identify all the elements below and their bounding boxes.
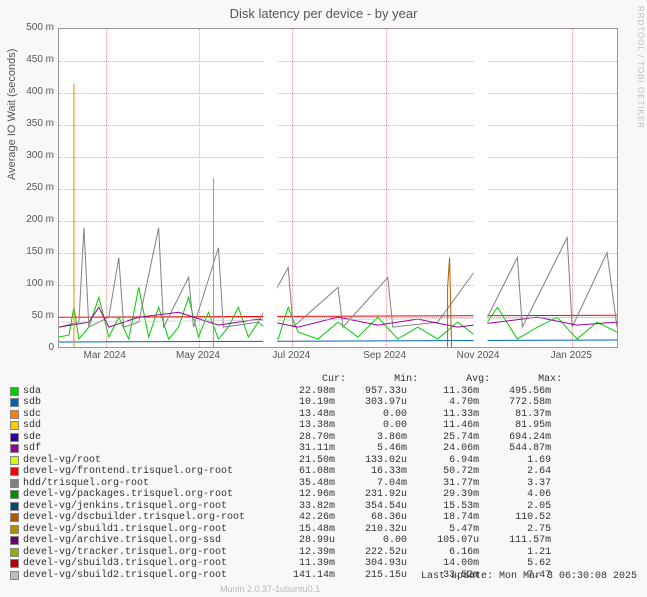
legend-row: devel-vg/tracker.trisquel.org-root 12.39… — [10, 547, 635, 559]
y-tick: 0 — [18, 342, 54, 353]
y-tick: 500 m — [18, 22, 54, 33]
x-tick: Jul 2024 — [272, 350, 310, 361]
chart-lines — [59, 29, 617, 347]
y-tick: 200 m — [18, 214, 54, 225]
legend-swatch — [10, 467, 19, 476]
legend-swatch — [10, 536, 19, 545]
legend-swatch — [10, 490, 19, 499]
legend-row: devel-vg/frontend.trisquel.org-root 61.0… — [10, 466, 635, 478]
legend-row: devel-vg/archive.trisquel.org-ssd 28.99u… — [10, 535, 635, 547]
legend-row: sda 22.98m 957.33u 11.36m 495.56m — [10, 386, 635, 398]
y-tick: 400 m — [18, 86, 54, 97]
legend-text: sda 22.98m 957.33u 11.36m 495.56m — [23, 386, 551, 398]
legend-swatch — [10, 479, 19, 488]
last-update: Last update: Mon Mar 3 06:30:08 2025 — [421, 571, 637, 582]
legend-row: sdb 10.19m 303.97u 4.70m 772.58m — [10, 397, 635, 409]
x-tick: Sep 2024 — [363, 350, 406, 361]
legend-row: sdd 13.38m 0.00 11.46m 81.95m — [10, 420, 635, 432]
plot-area — [58, 28, 618, 348]
legend-swatch — [10, 571, 19, 580]
legend-text: sdd 13.38m 0.00 11.46m 81.95m — [23, 420, 551, 432]
legend-swatch — [10, 433, 19, 442]
legend-swatch — [10, 421, 19, 430]
y-axis-label: Average IO Wait (seconds) — [6, 49, 18, 180]
legend-text: sdf 31.11m 5.46m 24.06m 544.87m — [23, 443, 551, 455]
legend-swatch — [10, 525, 19, 534]
legend-row: devel-vg/jenkins.trisquel.org-root 33.82… — [10, 501, 635, 513]
legend-text: devel-vg/dscbuilder.trisquel.org-root 42… — [23, 512, 551, 524]
x-tick: Jan 2025 — [551, 350, 592, 361]
munin-version: Munin 2.0.37-1ubuntu0.1 — [220, 584, 320, 594]
x-tick: May 2024 — [176, 350, 220, 361]
legend-row: devel-vg/packages.trisquel.org-root 12.9… — [10, 489, 635, 501]
chart-title: Disk latency per device - by year — [0, 0, 647, 21]
legend-row: devel-vg/sbuild1.trisquel.org-root 15.48… — [10, 524, 635, 536]
legend-swatch — [10, 502, 19, 511]
legend-row: devel-vg/sbuild3.trisquel.org-root 11.39… — [10, 558, 635, 570]
x-tick: Mar 2024 — [84, 350, 126, 361]
legend: Cur: Min: Avg: Max:sda 22.98m 957.33u 11… — [10, 374, 635, 581]
y-tick: 300 m — [18, 150, 54, 161]
legend-row: sdf 31.11m 5.46m 24.06m 544.87m — [10, 443, 635, 455]
chart-container: Disk latency per device - by year RRDTOO… — [0, 0, 647, 597]
legend-text: sdc 13.48m 0.00 11.33m 81.37m — [23, 409, 551, 421]
legend-swatch — [10, 548, 19, 557]
legend-row: sdc 13.48m 0.00 11.33m 81.37m — [10, 409, 635, 421]
y-tick: 50 m — [18, 310, 54, 321]
legend-swatch — [10, 410, 19, 419]
legend-row: hdd/trisquel.org-root 35.48m 7.04m 31.77… — [10, 478, 635, 490]
legend-swatch — [10, 559, 19, 568]
y-tick: 100 m — [18, 278, 54, 289]
legend-text: hdd/trisquel.org-root 35.48m 7.04m 31.77… — [23, 478, 551, 490]
legend-text: devel-vg/frontend.trisquel.org-root 61.0… — [23, 466, 551, 478]
y-tick: 250 m — [18, 182, 54, 193]
legend-text: sdb 10.19m 303.97u 4.70m 772.58m — [23, 397, 551, 409]
legend-header: Cur: Min: Avg: Max: — [10, 374, 635, 386]
legend-row: devel-vg/root 21.50m 133.02u 6.94m 1.69 — [10, 455, 635, 467]
legend-swatch — [10, 513, 19, 522]
legend-text: devel-vg/tracker.trisquel.org-root 12.39… — [23, 547, 551, 559]
legend-text: sde 28.70m 3.86m 25.74m 694.24m — [23, 432, 551, 444]
x-tick: Nov 2024 — [457, 350, 500, 361]
y-tick: 350 m — [18, 118, 54, 129]
legend-text: devel-vg/sbuild3.trisquel.org-root 11.39… — [23, 558, 551, 570]
legend-swatch — [10, 456, 19, 465]
y-tick: 450 m — [18, 54, 54, 65]
rrdtool-watermark: RRDTOOL / TOBI OETIKER — [636, 6, 645, 129]
legend-text: devel-vg/jenkins.trisquel.org-root 33.82… — [23, 501, 551, 513]
legend-text: devel-vg/archive.trisquel.org-ssd 28.99u… — [23, 535, 551, 547]
legend-swatch — [10, 444, 19, 453]
legend-row: sde 28.70m 3.86m 25.74m 694.24m — [10, 432, 635, 444]
legend-text: devel-vg/packages.trisquel.org-root 12.9… — [23, 489, 551, 501]
legend-swatch — [10, 387, 19, 396]
legend-row: devel-vg/dscbuilder.trisquel.org-root 42… — [10, 512, 635, 524]
legend-text: devel-vg/sbuild1.trisquel.org-root 15.48… — [23, 524, 551, 536]
legend-text: devel-vg/root 21.50m 133.02u 6.94m 1.69 — [23, 455, 551, 467]
legend-swatch — [10, 398, 19, 407]
y-tick: 150 m — [18, 246, 54, 257]
